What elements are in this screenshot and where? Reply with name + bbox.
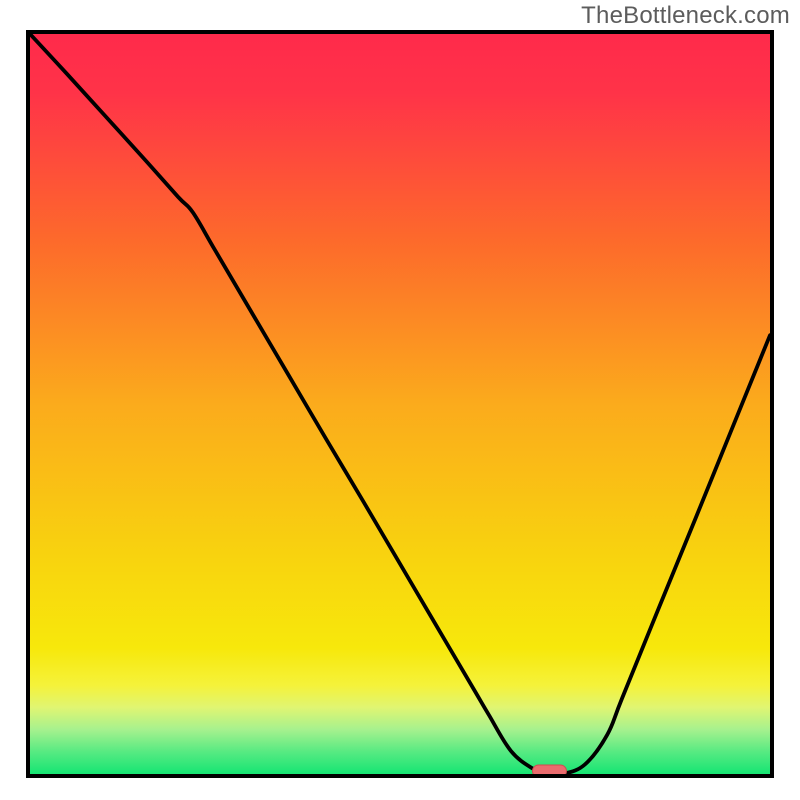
watermark: TheBottleneck.com	[581, 2, 790, 30]
chart-container: TheBottleneck.com	[0, 0, 800, 800]
optimum-marker	[532, 765, 566, 774]
plot-area	[26, 30, 774, 778]
gradient-background	[30, 34, 770, 774]
chart-svg	[30, 34, 770, 774]
